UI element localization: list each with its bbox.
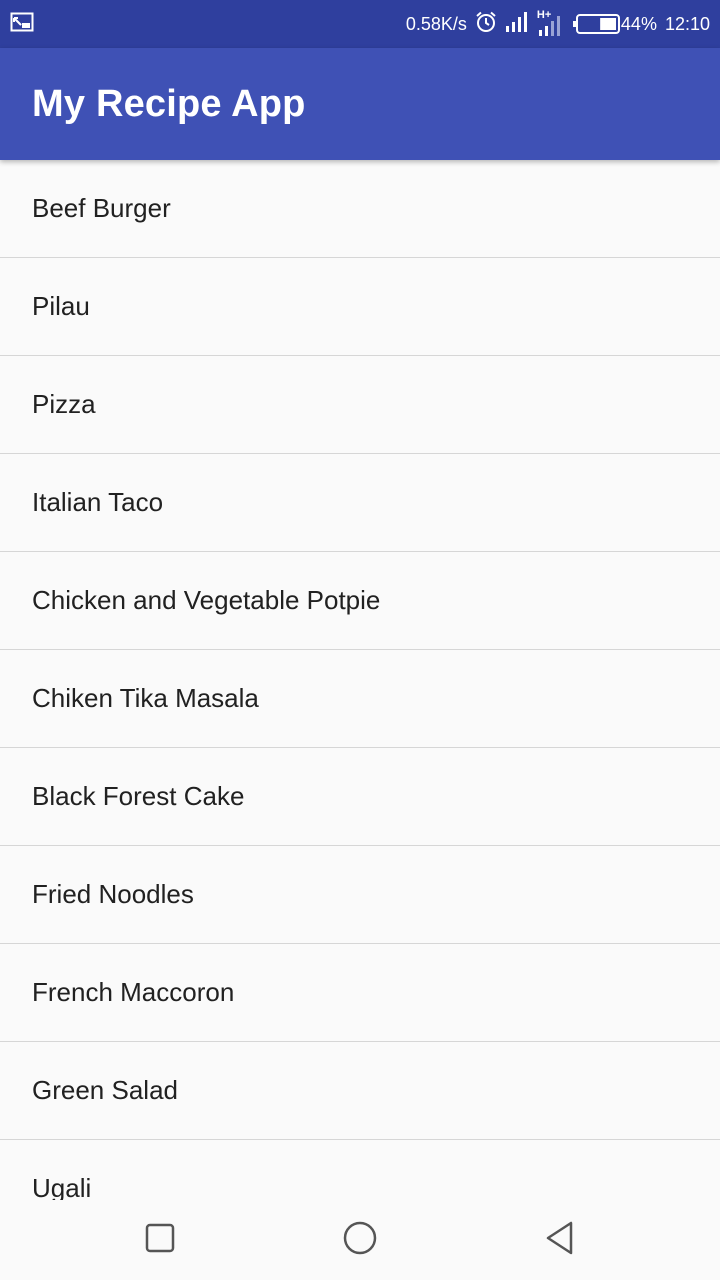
recent-apps-button[interactable] <box>136 1216 184 1264</box>
list-item[interactable]: French Maccoron <box>0 944 720 1042</box>
list-item-label: Pizza <box>32 389 96 419</box>
list-item[interactable]: Pilau <box>0 258 720 356</box>
list-item[interactable]: Italian Taco <box>0 454 720 552</box>
battery-icon <box>572 13 621 35</box>
list-item-label: Chiken Tika Masala <box>32 683 259 713</box>
recent-apps-icon <box>145 1223 175 1258</box>
app-bar: My Recipe App <box>0 48 720 160</box>
list-item[interactable]: Chicken and Vegetable Potpie <box>0 552 720 650</box>
list-item[interactable]: Fried Noodles <box>0 846 720 944</box>
list-item[interactable]: Green Salad <box>0 1042 720 1140</box>
alarm-clock-icon <box>475 11 497 38</box>
home-icon <box>343 1221 377 1260</box>
list-item-label: Black Forest Cake <box>32 781 245 811</box>
list-item[interactable]: Beef Burger <box>0 160 720 258</box>
back-button[interactable] <box>536 1216 584 1264</box>
list-item[interactable]: Chiken Tika Masala <box>0 650 720 748</box>
back-icon <box>545 1221 575 1260</box>
clock: 12:10 <box>664 13 710 34</box>
signal-strength-h-plus-icon: H+ <box>537 9 565 37</box>
home-button[interactable] <box>336 1216 384 1264</box>
screen-cast-icon <box>10 12 34 37</box>
signal-strength-icon <box>505 11 529 38</box>
list-item-label: Italian Taco <box>32 487 164 517</box>
list-item[interactable]: Pizza <box>0 356 720 454</box>
network-speed: 0.58K/s <box>405 13 467 34</box>
list-item[interactable]: Ugali <box>0 1140 720 1200</box>
list-item-label: Pilau <box>32 291 90 321</box>
list-item-label: Chicken and Vegetable Potpie <box>32 585 381 615</box>
list-item-label: Fried Noodles <box>32 879 194 909</box>
recipe-list[interactable]: Beef Burger Pilau Pizza Italian Taco Chi… <box>0 160 720 1200</box>
list-item-label: Beef Burger <box>32 193 171 223</box>
page-title: My Recipe App <box>32 82 306 125</box>
list-item-label: Green Salad <box>32 1075 178 1105</box>
list-item[interactable]: Black Forest Cake <box>0 748 720 846</box>
battery-percent: 44% <box>620 13 657 34</box>
list-item-label: Ugali <box>32 1173 92 1200</box>
status-bar: 0.58K/s H+ 44% 12:10 <box>0 0 720 48</box>
navigation-bar <box>0 1200 720 1280</box>
list-item-label: French Maccoron <box>32 977 235 1007</box>
